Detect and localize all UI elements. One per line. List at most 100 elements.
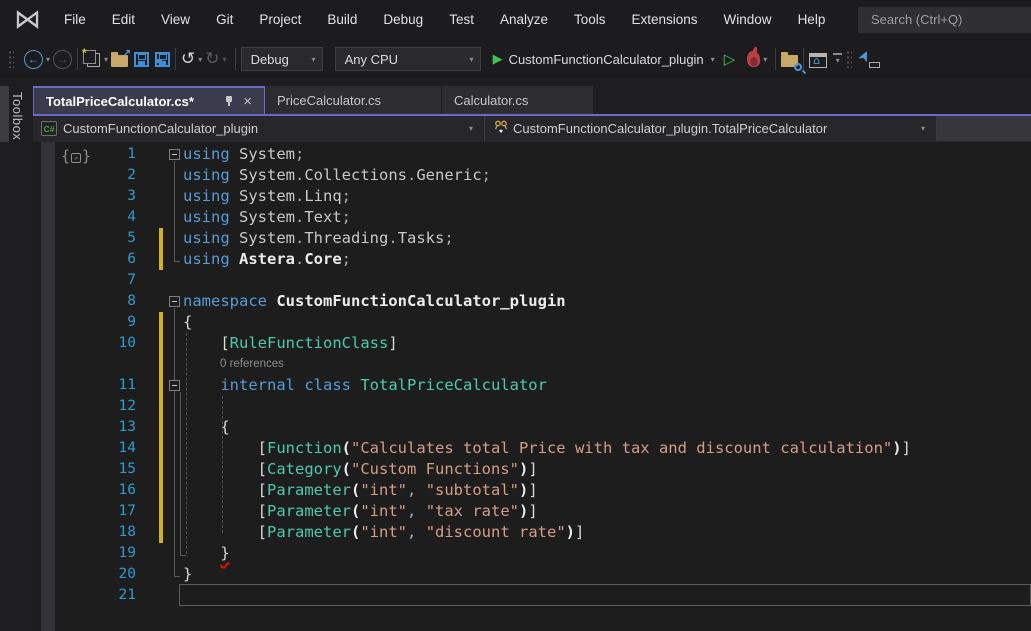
line-number[interactable]: 9 [88,312,136,333]
codelens-references[interactable]: 0 references [220,354,284,375]
save-all-button[interactable] [155,52,170,67]
type-dropdown-value: CustomFunctionCalculator_plugin.TotalPri… [513,121,918,136]
line-number[interactable]: 4 [88,207,136,228]
code-line[interactable]: 8namespace CustomFunctionCalculator_plug… [33,291,1031,312]
line-number[interactable]: 7 [88,270,136,291]
line-number[interactable]: 18 [88,522,136,543]
save-button[interactable] [134,52,149,67]
code-line[interactable]: 17 [Parameter("int", "tax rate")] [33,501,1031,522]
pointer-tool-icon[interactable]: ➤ [858,49,876,69]
close-tab-icon[interactable]: × [243,94,252,109]
find-in-files-button[interactable] [781,55,798,67]
menu-item-tools[interactable]: Tools [561,0,619,40]
line-number[interactable]: 2 [88,165,136,186]
toolbar-drag-handle-icon[interactable] [846,50,852,68]
code-line[interactable]: 11 internal class TotalPriceCalculator [33,375,1031,396]
tab-calculator[interactable]: Calculator.cs [442,86,594,114]
redo-button[interactable]: ↻ [205,49,219,69]
menu-item-analyze[interactable]: Analyze [487,0,561,40]
code-line[interactable]: 1using System; [33,144,1031,165]
menu-item-test[interactable]: Test [436,0,487,40]
fold-scope-line [174,308,175,577]
solution-explorer-home-button[interactable]: ⌂ [809,53,827,68]
current-line-highlight [179,584,1031,606]
new-project-dropdown-icon[interactable]: ▾ [101,55,111,64]
fold-collapse-icon[interactable] [169,149,180,160]
hot-reload-dropdown-icon[interactable]: ▾ [760,55,770,64]
toolbox-tab[interactable]: Toolbox [10,92,25,140]
line-number[interactable]: 8 [88,291,136,312]
code-line[interactable]: 12 [33,396,1031,417]
code-line[interactable]: 16 [Parameter("int", "subtotal")] [33,480,1031,501]
toolbar-drag-handle-icon[interactable] [8,50,14,68]
code-line[interactable]: 3using System.Linq; [33,186,1031,207]
solution-configuration-select[interactable]: Debug ▾ [241,47,323,71]
tab-pricecalculator[interactable]: PriceCalculator.cs [265,86,442,114]
menu-item-debug[interactable]: Debug [370,0,436,40]
code-line[interactable]: 7 [33,270,1031,291]
search-input[interactable]: Search (Ctrl+Q) [858,7,1031,33]
code-line[interactable]: 4using System.Text; [33,207,1031,228]
code-line[interactable]: 2 using System.Collections.Generic; [33,165,1031,186]
navigate-back-dropdown-icon[interactable]: ▾ [43,55,53,64]
line-number[interactable]: 12 [88,396,136,417]
menu-item-edit[interactable]: Edit [99,0,148,40]
line-number[interactable]: 1 [88,144,136,165]
fold-collapse-icon[interactable] [169,296,180,307]
codelens-row[interactable]: 0 references [33,354,1031,375]
open-file-button[interactable]: ↗ [111,55,128,67]
line-number[interactable]: 11 [88,375,136,396]
run-target-dropdown-icon[interactable]: ▾ [708,55,718,64]
menu-item-help[interactable]: Help [785,0,839,40]
start-without-debugging-button[interactable]: ▷ [724,50,736,68]
solution-platform-select[interactable]: Any CPU ▾ [335,47,481,71]
menu-item-build[interactable]: Build [314,0,370,40]
menu-item-window[interactable]: Window [711,0,785,40]
line-number[interactable]: 10 [88,333,136,354]
code-line[interactable]: 5 using System.Threading.Tasks; [33,228,1031,249]
code-text: using System.Threading.Tasks; [183,228,454,249]
toolbar-options-button[interactable]: ▾ [833,53,842,65]
line-number[interactable]: 21 [88,585,136,606]
undo-dropdown-icon[interactable]: ▾ [195,55,205,64]
pin-tab-icon[interactable] [223,95,234,107]
type-dropdown[interactable]: CustomFunctionCalculator_plugin.TotalPri… [485,116,937,141]
line-number[interactable]: 13 [88,417,136,438]
menu-item-extensions[interactable]: Extensions [619,0,711,40]
code-line[interactable]: 14 [Function("Calculates total Price wit… [33,438,1031,459]
start-debugging-button[interactable]: ▶ [493,51,503,67]
new-project-button[interactable]: * [83,50,101,68]
code-line[interactable]: 10 [RuleFunctionClass] [33,333,1031,354]
hot-reload-button[interactable] [746,50,761,67]
line-number[interactable]: 3 [88,186,136,207]
line-number[interactable]: 17 [88,501,136,522]
menu-item-project[interactable]: Project [246,0,314,40]
redo-dropdown-icon[interactable]: ▾ [220,55,230,64]
code-line[interactable]: 9{ [33,312,1031,333]
line-number[interactable]: 6 [88,249,136,270]
code-line[interactable]: 15 [Category("Custom Functions")] [33,459,1031,480]
menu-item-view[interactable]: View [148,0,203,40]
menu-item-git[interactable]: Git [203,0,246,40]
line-number[interactable]: 14 [88,438,136,459]
code-line[interactable]: 19 } [33,543,1031,564]
line-number[interactable]: 20 [88,564,136,585]
run-target-label[interactable]: CustomFunctionCalculator_plugin [503,52,708,67]
navigate-back-button[interactable]: ← [24,50,43,69]
code-line[interactable]: 20} [33,564,1031,585]
menu-item-file[interactable]: File [51,0,99,40]
undo-button[interactable]: ↺ [181,49,195,69]
code-line[interactable]: 6using Astera.Core; [33,249,1031,270]
fold-collapse-icon[interactable] [169,380,180,391]
line-number[interactable]: 15 [88,459,136,480]
line-number[interactable]: 5 [88,228,136,249]
line-number[interactable]: 19 [88,543,136,564]
code-text: using System.Collections.Generic; [183,165,491,186]
code-line[interactable]: 18 [Parameter("int", "discount rate")] [33,522,1031,543]
line-number[interactable]: 16 [88,480,136,501]
project-dropdown[interactable]: C# CustomFunctionCalculator_plugin ▾ [33,116,485,141]
navigate-forward-button[interactable]: → [53,50,72,69]
tab-totalpricecalculator[interactable]: TotalPriceCalculator.cs* × [33,86,265,114]
code-line[interactable]: 13 { [33,417,1031,438]
code-editor[interactable]: {↗} 1using System;2using System.Collecti… [33,142,1031,631]
